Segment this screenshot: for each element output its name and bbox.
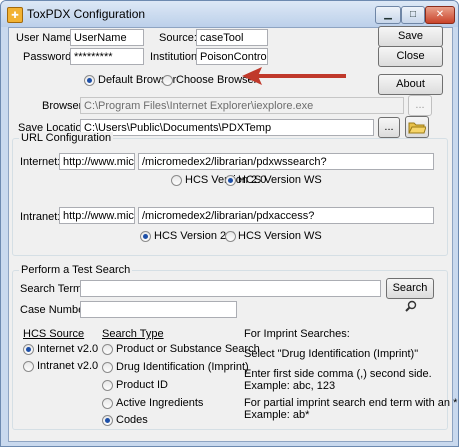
close-window-button[interactable]: ✕ xyxy=(425,6,455,24)
institution-input[interactable]: PoisonControl xyxy=(196,48,268,65)
intranet-hcsws-radio[interactable] xyxy=(225,231,236,242)
internet-path-input[interactable]: /micromedex2/librarian/pdxwssearch? xyxy=(138,153,434,170)
search-type-ingredients-radio[interactable] xyxy=(102,398,113,409)
imprint-help-select: Select "Drug Identification (Imprint)" xyxy=(244,348,419,360)
search-type-product-label: Product or Substance Search xyxy=(116,343,260,355)
save-location-browse-button[interactable]: ... xyxy=(378,117,400,138)
search-term-label: Search Term: xyxy=(20,283,86,295)
minimize-button[interactable]: ▁ xyxy=(375,6,401,24)
search-type-imprint-label: Drug Identification (Imprint) xyxy=(116,361,249,373)
red-arrow-icon xyxy=(242,67,346,85)
search-type-ingredients-label: Active Ingredients xyxy=(116,397,204,409)
source-label: Source: xyxy=(159,32,197,44)
imprint-help-enter: Enter first side comma (,) second side. xyxy=(244,368,432,380)
internet-hcs20-radio[interactable] xyxy=(171,175,182,186)
institution-label: Institution: xyxy=(150,51,201,63)
close-button[interactable]: Close xyxy=(378,46,443,67)
imprint-help-example2: Example: ab* xyxy=(244,409,310,421)
open-folder-button[interactable] xyxy=(405,116,429,138)
imprint-help-example1: Example: abc, 123 xyxy=(244,380,336,392)
dialog-client-area: User Name: UserName Source: caseTool Sav… xyxy=(8,26,457,442)
window-title: ToxPDX Configuration xyxy=(27,7,146,21)
intranet-url-label: Intranet: xyxy=(20,211,61,223)
intranet-hcsws-label: HCS Version WS xyxy=(238,230,322,242)
choose-browser-radio[interactable] xyxy=(162,75,173,86)
hcs-source-intranet-radio[interactable] xyxy=(23,361,34,372)
username-input[interactable]: UserName xyxy=(70,29,144,46)
app-window: ✚ ToxPDX Configuration ▁ □ ✕ User Name: … xyxy=(0,0,459,447)
search-type-codes-radio[interactable] xyxy=(102,415,113,426)
title-bar: ✚ ToxPDX Configuration ▁ □ ✕ xyxy=(1,1,458,27)
username-label: User Name: xyxy=(16,32,75,44)
browser-browse-button[interactable]: ... xyxy=(408,95,432,116)
hcs-source-internet-label: Internet v2.0 xyxy=(37,343,99,355)
toxpdx-app-icon: ✚ xyxy=(7,7,23,23)
about-button[interactable]: About xyxy=(378,74,443,95)
imprint-help-heading: For Imprint Searches: xyxy=(244,328,350,340)
search-type-productid-label: Product ID xyxy=(116,379,168,391)
save-button[interactable]: Save xyxy=(378,26,443,47)
internet-host-input[interactable]: http://www.micromede xyxy=(59,153,135,170)
intranet-hcs20-label: HCS Version 2.0 xyxy=(154,230,236,242)
search-button-label: Search xyxy=(392,282,428,294)
search-type-product-radio[interactable] xyxy=(102,344,113,355)
internet-hcsws-radio[interactable] xyxy=(225,175,236,186)
internet-url-label: Internet: xyxy=(20,156,61,168)
browser-label: Browser: xyxy=(42,100,86,112)
hcs-source-intranet-label: Intranet v2.0 xyxy=(37,360,99,372)
source-input[interactable]: caseTool xyxy=(196,29,268,46)
hcs-source-internet-radio[interactable] xyxy=(23,344,34,355)
search-type-codes-label: Codes xyxy=(116,414,148,426)
save-location-input[interactable]: C:\Users\Public\Documents\PDXTemp xyxy=(80,119,374,136)
test-search-title: Perform a Test Search xyxy=(19,264,133,276)
search-type-productid-radio[interactable] xyxy=(102,380,113,391)
case-number-input[interactable] xyxy=(80,301,237,318)
hcs-source-title: HCS Source xyxy=(23,328,85,340)
browser-path-input[interactable]: C:\Program Files\Internet Explorer\iexpl… xyxy=(80,97,404,114)
default-browser-radio[interactable] xyxy=(84,75,95,86)
internet-hcsws-label: HCS Version WS xyxy=(238,174,322,186)
password-input[interactable]: ********* xyxy=(70,48,144,65)
password-label: Password: xyxy=(23,51,75,63)
imprint-help-partial: For partial imprint search end term with… xyxy=(244,397,458,409)
search-term-input[interactable] xyxy=(80,280,381,297)
maximize-button[interactable]: □ xyxy=(401,6,425,24)
intranet-path-input[interactable]: /micromedex2/librarian/pdxaccess? xyxy=(138,207,434,224)
search-type-title: Search Type xyxy=(102,328,164,340)
search-type-imprint-radio[interactable] xyxy=(102,362,113,373)
url-configuration-title: URL Configuration xyxy=(19,132,114,144)
search-button[interactable]: Search xyxy=(386,278,434,312)
magnifier-icon xyxy=(405,300,417,312)
folder-icon xyxy=(408,122,427,134)
intranet-host-input[interactable]: http://www.micromede xyxy=(59,207,135,224)
intranet-hcs20-radio[interactable] xyxy=(140,231,151,242)
